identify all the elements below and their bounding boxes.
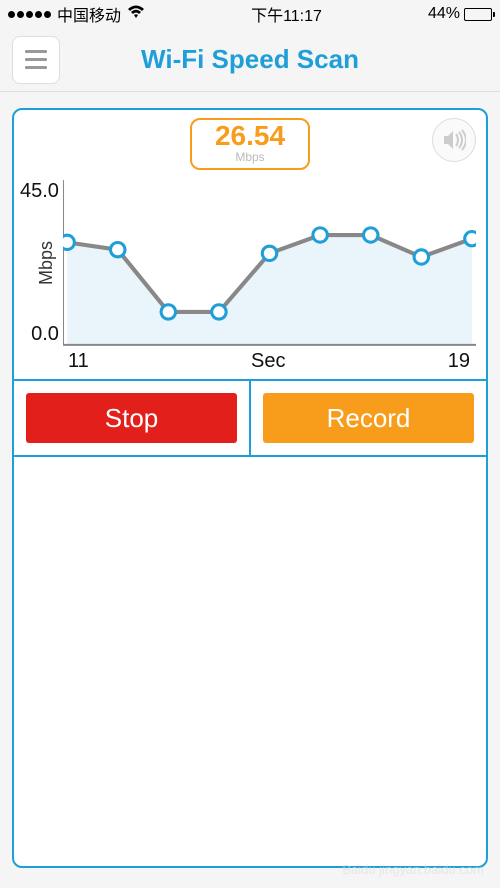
menu-button[interactable]: [12, 36, 60, 84]
status-time: 下午11:17: [251, 2, 322, 26]
speed-unit: Mbps: [192, 150, 308, 164]
xtick-min: 11: [68, 350, 89, 373]
speaker-icon: [442, 129, 466, 151]
empty-area: [14, 457, 486, 866]
ytick-max: 45.0: [20, 180, 59, 203]
chart-ylabel: Mbps: [34, 241, 59, 285]
record-button[interactable]: Record: [263, 393, 474, 443]
main-card: 26.54 Mbps 45.0 Mbps 0.0 11 Sec 19 Stop: [12, 108, 488, 868]
watermark: Baidu jingyan.baidu.com: [342, 862, 484, 878]
stop-button[interactable]: Stop: [26, 393, 237, 443]
carrier-label: 中国移动: [57, 2, 121, 26]
status-bar: 中国移动 下午11:17 44%: [0, 0, 500, 28]
battery-icon: [464, 8, 492, 21]
ytick-min: 0.0: [31, 323, 59, 346]
battery-percent: 44%: [428, 5, 460, 23]
speed-badge: 26.54 Mbps: [190, 118, 310, 170]
speed-chart: 45.0 Mbps 0.0: [14, 170, 486, 350]
signal-icon: [8, 11, 51, 18]
wifi-icon: [127, 5, 145, 24]
app-header: Wi-Fi Speed Scan: [0, 28, 500, 92]
chart-xlabel: Sec: [89, 350, 448, 373]
xtick-max: 19: [448, 350, 470, 373]
sound-button[interactable]: [432, 118, 476, 162]
page-title: Wi-Fi Speed Scan: [0, 44, 500, 75]
speed-value: 26.54: [192, 122, 308, 150]
